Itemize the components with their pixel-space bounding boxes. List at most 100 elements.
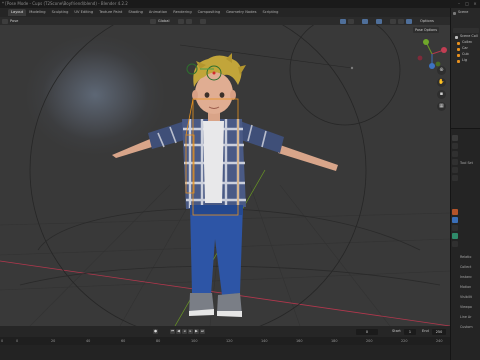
scene-icon (453, 12, 456, 15)
props-row[interactable]: Tool Set (460, 161, 473, 165)
world-tab-icon[interactable] (452, 175, 458, 181)
ruler-tick: 200 (366, 339, 373, 343)
transform-orientation-icon[interactable] (150, 18, 156, 24)
tab-animation[interactable]: Animation (146, 9, 170, 16)
camera-icon[interactable]: ▪ (437, 90, 446, 99)
tab-compositing[interactable]: Compositing (195, 9, 224, 16)
outliner-item[interactable]: Lig (462, 58, 467, 62)
outliner-panel: Scene Scene Coll Collec Car Cub Lig (450, 8, 480, 128)
props-row[interactable]: Collect (460, 265, 471, 269)
ruler-tick: 240 (436, 339, 443, 343)
options-menu[interactable]: Options (420, 17, 434, 25)
close-icon[interactable]: × (471, 0, 479, 8)
minimize-icon[interactable]: – (455, 0, 463, 8)
ruler-tick: 120 (226, 339, 233, 343)
modifier-tab-icon[interactable] (452, 217, 458, 223)
gizmo-icon[interactable] (348, 18, 354, 24)
tool-tab-icon[interactable] (452, 135, 458, 141)
jump-end-icon[interactable]: ⏭ (200, 328, 205, 334)
ruler-tick: 80 (156, 339, 161, 343)
tab-texture-paint[interactable]: Texture Paint (96, 9, 125, 16)
camera-object-icon (457, 48, 460, 51)
proportional-icon[interactable] (200, 18, 206, 24)
output-tab-icon[interactable] (452, 151, 458, 157)
ruler-tick: 100 (191, 339, 198, 343)
shading-solid-icon[interactable] (390, 18, 396, 24)
view-layer-tab-icon[interactable] (452, 159, 458, 165)
outliner-item[interactable]: Car (462, 46, 468, 50)
outliner-title: Scene (458, 10, 469, 14)
pose-options-button[interactable]: Pose Options (413, 27, 440, 33)
tab-shading[interactable]: Shading (125, 9, 146, 16)
mode-selector[interactable]: Pose (10, 17, 18, 25)
frame-indicator[interactable]: 0 (1, 337, 3, 345)
workspace-tabs: Layout Modeling Sculpting UV Editing Texture… (0, 8, 450, 17)
current-frame-field[interactable]: 0 (356, 328, 378, 335)
outliner-item[interactable]: Cub (462, 52, 469, 56)
end-label: End (422, 329, 429, 333)
props-row[interactable]: Line Ar (460, 315, 472, 319)
visibility-icon[interactable] (340, 18, 346, 24)
tab-modeling[interactable]: Modeling (26, 9, 48, 16)
props-row[interactable]: Motion (460, 285, 471, 289)
pan-icon[interactable]: ✋ (437, 78, 446, 87)
ruler-tick: 220 (401, 339, 408, 343)
viewport-header: Pose Global Options (0, 17, 450, 25)
data-tab-icon[interactable] (452, 241, 458, 247)
tab-uv-editing[interactable]: UV Editing (71, 9, 96, 16)
armature-icon (457, 42, 460, 45)
object-tab-icon[interactable] (452, 209, 458, 215)
ruler-tick: 140 (261, 339, 268, 343)
next-key-icon[interactable]: ▶ (194, 328, 199, 334)
shading-rendered-icon[interactable] (406, 18, 412, 24)
window-title: * [Pose Mode - Cups (T2Scone\Boyfriend\b… (2, 1, 128, 6)
timeline-ruler[interactable]: 0 0 20 40 60 80 100 120 140 160 180 200 220 240 (0, 337, 450, 345)
jump-start-icon[interactable]: ⏮ (170, 328, 175, 334)
xray-icon[interactable] (376, 18, 382, 24)
record-icon[interactable]: ● (153, 328, 158, 334)
transform-orientation[interactable]: Global (158, 17, 169, 25)
tab-rendering[interactable]: Rendering (170, 9, 194, 16)
props-row[interactable]: Visibilit (460, 295, 472, 299)
ruler-tick: 40 (86, 339, 91, 343)
physics-tab-icon[interactable] (452, 225, 458, 231)
editor-type-icon[interactable] (2, 18, 8, 24)
properties-panel: Tool Set Relatio Collect Instanc Motion … (450, 128, 480, 360)
constraint-tab-icon[interactable] (452, 233, 458, 239)
prev-key-icon[interactable]: ◀ (176, 328, 181, 334)
grid-icon[interactable]: ▦ (437, 102, 446, 111)
tab-scripting[interactable]: Scripting (259, 9, 281, 16)
snap-icon[interactable] (186, 18, 192, 24)
mesh-icon (457, 54, 460, 57)
collection-icon (455, 36, 458, 39)
title-bar: * [Pose Mode - Cups (T2Scone\Boyfriend\b… (0, 0, 480, 8)
outliner-item[interactable]: Scene Coll (460, 34, 478, 38)
tab-sculpting[interactable]: Sculpting (49, 9, 72, 16)
outliner-item[interactable]: Collec (462, 40, 472, 44)
props-row[interactable]: Instanc (460, 275, 472, 279)
zoom-icon[interactable]: ⊕ (437, 66, 446, 75)
ruler-tick: 160 (296, 339, 303, 343)
end-frame-field[interactable]: 250 (432, 328, 446, 335)
3d-viewport[interactable]: Pose Options ⊕ ✋ ▪ ▦ (0, 25, 450, 326)
props-row[interactable]: Viewpo (460, 305, 472, 309)
shading-material-icon[interactable] (398, 18, 404, 24)
tab-layout[interactable]: Layout (8, 9, 27, 16)
maximize-icon[interactable]: □ (463, 0, 471, 8)
scene-tab-icon[interactable] (452, 167, 458, 173)
timeline-track[interactable] (0, 345, 450, 360)
overlay-icon[interactable] (362, 18, 368, 24)
ruler-tick: 60 (121, 339, 126, 343)
props-row[interactable]: Custom (460, 325, 473, 329)
ruler-tick: 0 (16, 339, 19, 343)
pivot-icon[interactable] (178, 18, 184, 24)
props-row[interactable]: Relatio (460, 255, 471, 259)
tab-geometry-nodes[interactable]: Geometry Nodes (223, 9, 259, 16)
start-frame-field[interactable]: 1 (404, 328, 416, 335)
viewport-scene (0, 25, 450, 326)
render-tab-icon[interactable] (452, 143, 458, 149)
play-reverse-icon[interactable]: ◂ (182, 328, 187, 334)
outliner-search-input[interactable] (453, 28, 479, 33)
play-icon[interactable]: ▸ (188, 328, 193, 334)
light-icon (457, 60, 460, 63)
